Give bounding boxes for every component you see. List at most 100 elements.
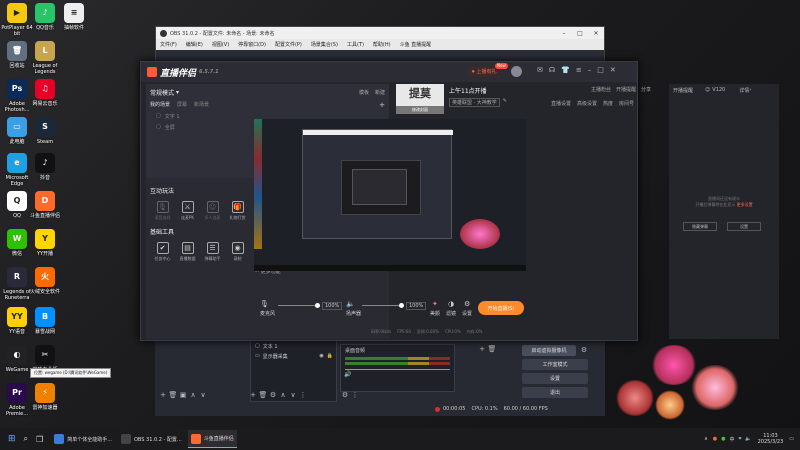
add-transition-icon[interactable]: + [477, 344, 487, 354]
tool-button[interactable]: ▤ 直播数据 [176, 242, 199, 262]
stream-preview[interactable] [254, 119, 526, 271]
desktop-icon[interactable]: 火火绒安全软件 [28, 267, 62, 295]
tool-button[interactable]: 🎁 礼物打赏 [226, 201, 249, 221]
search-icon[interactable]: ⌕ [24, 434, 28, 444]
menu-item[interactable]: 配置文件(P) [275, 41, 302, 48]
hide-danmaku-button[interactable]: 隐藏弹幕 [683, 222, 717, 231]
visibility-icon[interactable]: ◉ [319, 353, 323, 359]
windows-start-icon[interactable]: ⊞ [8, 434, 16, 444]
headset-icon[interactable]: ☊ [549, 66, 555, 74]
source-item[interactable]: ▭ 显示器采集 ◉ 🔒 [251, 351, 336, 361]
add-source-icon[interactable]: + [248, 390, 258, 400]
tray-app-icon[interactable]: ● [721, 436, 725, 442]
desktop-icon[interactable]: D 斗鱼直播伴侣 [28, 191, 62, 219]
desktop: { "desktop": { "icons": [ {"label": "Pot… [0, 0, 800, 450]
desktop-icon[interactable]: ⚡ 雷神加速器 [28, 383, 62, 411]
desktop-icon[interactable]: L League of Legends [28, 41, 62, 75]
menu-item[interactable]: 停靠窗口(D) [238, 41, 266, 48]
desktop-icon[interactable]: ≡ 抽帧软件 [57, 3, 91, 31]
tool-button[interactable]: ◉ 录制 [226, 242, 249, 262]
more-icon[interactable]: ⋮ [298, 390, 308, 400]
chevron-up-icon[interactable]: ∧ [704, 436, 708, 442]
danmaku-settings-button[interactable]: 设置 [727, 222, 761, 231]
add-scene-icon[interactable]: + [379, 101, 385, 109]
obs-control-button[interactable]: 设置 [522, 373, 588, 384]
clock[interactable]: 11:03 2025/3/23 [758, 433, 784, 445]
menu-item[interactable]: 斗鱼 直播提醒 [400, 41, 432, 48]
delete-scene-icon[interactable]: 🗑 [168, 390, 178, 400]
menu-item[interactable]: 文件(F) [160, 41, 177, 48]
speaker-slider[interactable] [362, 305, 402, 306]
tab-my-scene[interactable]: 我的场景 [150, 101, 170, 109]
menu-item[interactable]: 视图(V) [212, 41, 229, 48]
start-live-button[interactable]: 开始直播(S) [478, 301, 524, 315]
source-item[interactable]: ▢ 文本 1 [251, 341, 336, 351]
obs-control-button[interactable]: 工作室模式 [522, 359, 588, 370]
more-icon[interactable]: ⋮ [350, 390, 360, 400]
gear-icon[interactable]: ⚙ [340, 390, 350, 400]
desktop-icon[interactable]: ♫ 网易云音乐 [28, 79, 62, 107]
room-title[interactable]: 上午11点开播 [449, 86, 487, 95]
menu-item[interactable]: 帮助(H) [373, 41, 391, 48]
close-icon[interactable]: ✕ [588, 30, 604, 37]
desktop-icon[interactable]: B 暴雪战网 [28, 307, 62, 335]
tool-button[interactable]: ⚔ 连麦PK [176, 201, 199, 221]
obs-control-button[interactable]: 退出 [522, 387, 588, 398]
shirt-icon[interactable]: 👕 [561, 66, 570, 74]
tool-button[interactable]: ☰ 弹幕助手 [201, 242, 224, 262]
speaker-icon[interactable]: 🔈 [346, 300, 355, 308]
remove-transition-icon[interactable]: 🗑 [487, 344, 497, 354]
room-category[interactable]: 英雄联盟 · 大神教学 ✎ [449, 98, 507, 107]
move-up-icon[interactable]: ∧ [188, 390, 198, 400]
minimize-icon[interactable]: – [588, 66, 592, 74]
room-cover[interactable]: 提莫 修改封面 [396, 84, 444, 114]
menu-item[interactable]: 编辑(E) [186, 41, 203, 48]
close-icon[interactable]: ✕ [610, 66, 616, 74]
mode-selector[interactable]: 常规模式 ▾ 模板 新建 [146, 84, 389, 101]
add-scene-icon[interactable]: + [158, 390, 168, 400]
desktop-icon[interactable]: S Steam [28, 117, 62, 145]
taskbar-app[interactable]: OBS 31.0.2 - 配置... [118, 430, 185, 448]
edit-icon[interactable]: ✎ [503, 98, 507, 107]
lock-icon[interactable]: 🔒 [327, 353, 333, 359]
obs-control-button[interactable]: 启动虚拟摄像机 [522, 345, 576, 356]
tool-button[interactable]: ✔ 任务中心 [151, 242, 174, 262]
network-icon[interactable]: ⌗ [739, 436, 742, 442]
tool-button[interactable]: ☺ 多人连麦 [201, 201, 224, 221]
maximize-icon[interactable]: □ [572, 30, 588, 37]
delete-source-icon[interactable]: 🗑 [258, 390, 268, 400]
volume-slider[interactable] [345, 369, 450, 370]
gear-icon[interactable]: ⚙ [268, 390, 278, 400]
tab-screen[interactable]: 屏幕 [177, 101, 187, 109]
gear-icon[interactable]: ⚙ [579, 345, 589, 355]
move-down-icon[interactable]: ∨ [288, 390, 298, 400]
gear-icon[interactable]: ⚙ [464, 300, 470, 308]
input-method-icon[interactable]: 中 [730, 436, 735, 443]
filter-icon[interactable]: ▣ [178, 390, 188, 400]
menu-item[interactable]: 场景集合(S) [311, 41, 338, 48]
microphone-icon[interactable]: 🎙 [260, 300, 269, 308]
menu-item[interactable]: 工具(T) [347, 41, 364, 48]
avatar[interactable] [511, 66, 522, 77]
taskbar-app[interactable]: 简单个体全能助手... [51, 430, 115, 448]
task-view-icon[interactable]: ❐ [36, 435, 43, 444]
beauty-icon[interactable]: ✦ [432, 300, 438, 308]
minimize-icon[interactable]: – [556, 30, 572, 37]
speaker-icon[interactable]: 🔊 [344, 371, 351, 378]
desktop-icon[interactable]: Y YY开播 [28, 229, 62, 257]
change-cover-button[interactable]: 修改封面 [396, 106, 444, 114]
volume-icon[interactable]: 🔈 [745, 436, 751, 442]
move-up-icon[interactable]: ∧ [278, 390, 288, 400]
tab-new-scene[interactable]: 新场景 [194, 101, 209, 109]
tool-button[interactable]: 🎙 语音连线 [151, 201, 174, 221]
menu-icon[interactable]: ≡ [576, 66, 582, 74]
taskbar-app[interactable]: 斗鱼直播伴侣 [187, 430, 237, 448]
desktop-icon[interactable]: ♪ 抖音 [28, 153, 62, 181]
message-icon[interactable]: ✉ [537, 66, 543, 74]
notification-icon[interactable]: ▭ [789, 436, 794, 442]
mic-slider[interactable] [278, 305, 318, 306]
tray-app-icon[interactable]: ● [713, 436, 717, 442]
maximize-icon[interactable]: □ [597, 66, 604, 74]
filter-icon[interactable]: ◑ [448, 300, 454, 308]
move-down-icon[interactable]: ∨ [198, 390, 208, 400]
